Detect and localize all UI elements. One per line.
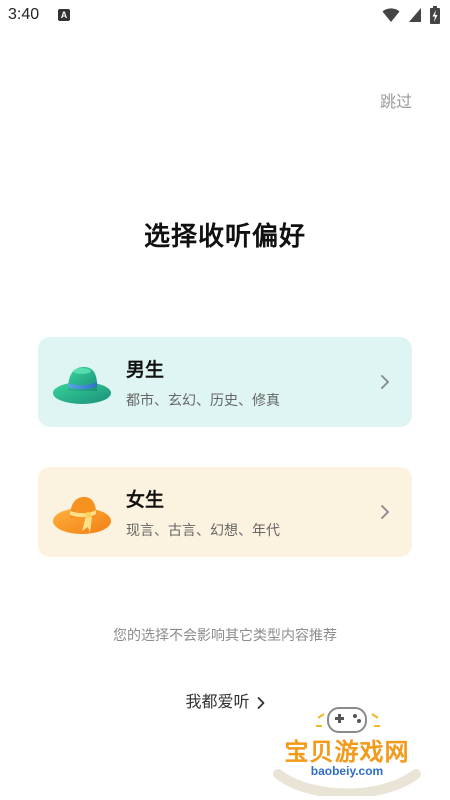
wifi-icon (382, 8, 400, 22)
battery-icon (430, 6, 440, 24)
option-title-female: 女生 (126, 489, 165, 511)
option-card-female[interactable]: 女生 现言、古言、幻想、年代 (38, 467, 412, 557)
watermark-url: baobeiy.com (310, 764, 384, 778)
page-title: 选择收听偏好 (143, 222, 306, 252)
signal-icon (409, 8, 421, 22)
green-hat-icon (53, 367, 111, 404)
status-bar: 3:40 A (0, 0, 450, 32)
option-tags-female: 现言、古言、幻想、年代 (126, 523, 280, 539)
watermark-text: 宝贝游戏网 (284, 738, 410, 766)
chevron-right-icon (381, 505, 389, 519)
chevron-right-icon (257, 696, 264, 709)
option-tags-male: 都市、玄幻、历史、修真 (126, 393, 280, 409)
orange-hat-icon (53, 497, 111, 534)
notification-a-icon: A (58, 9, 70, 21)
preference-note: 您的选择不会影响其它类型内容推荐 (113, 628, 337, 644)
status-time: 3:40 (8, 6, 40, 23)
like-all-label: 我都爱听 (185, 692, 250, 711)
option-card-male[interactable]: 男生 都市、玄幻、历史、修真 (38, 337, 412, 427)
option-title-male: 男生 (126, 359, 165, 381)
chevron-right-icon (381, 375, 389, 389)
watermark: 宝贝游戏网 baobeiy.com (272, 704, 422, 796)
skip-button[interactable]: 跳过 (380, 88, 412, 112)
status-icons (382, 6, 440, 24)
